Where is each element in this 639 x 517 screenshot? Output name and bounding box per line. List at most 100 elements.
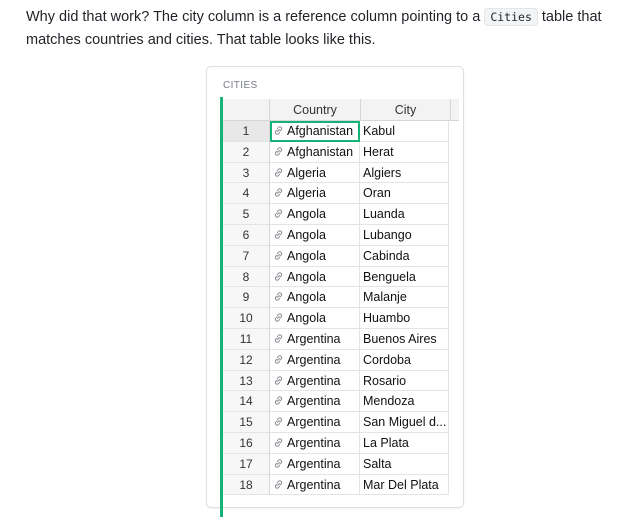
- country-cell[interactable]: Argentina: [270, 370, 360, 392]
- row-number[interactable]: 8: [223, 266, 270, 288]
- cities-table-widget: CITIES Country City 1 Afghanistan Kabul 2 Af…: [206, 66, 464, 517]
- row-number[interactable]: 18: [223, 474, 270, 496]
- link-icon: [273, 225, 287, 240]
- city-cell[interactable]: Mar Del Plata: [360, 474, 449, 496]
- country-value: Argentina: [287, 394, 341, 409]
- city-cell[interactable]: Huambo: [360, 308, 449, 329]
- widget-title: CITIES: [223, 80, 258, 91]
- table-row: 13 Argentina Rosario: [223, 370, 459, 392]
- grid-rows: 1 Afghanistan Kabul 2 Afghanistan Herat 3 Alger…: [223, 121, 459, 496]
- column-header-city[interactable]: City: [361, 99, 451, 121]
- city-cell[interactable]: Buenos Aires: [360, 328, 449, 350]
- city-cell[interactable]: Cordoba: [360, 349, 449, 371]
- row-number[interactable]: 5: [223, 204, 270, 225]
- link-icon: [273, 391, 287, 406]
- country-cell[interactable]: Algeria: [270, 162, 360, 184]
- row-number[interactable]: 11: [223, 328, 270, 350]
- city-cell[interactable]: Mendoza: [360, 391, 449, 413]
- row-number[interactable]: 17: [223, 453, 270, 475]
- city-cell[interactable]: Malanje: [360, 287, 449, 309]
- row-number-header[interactable]: [223, 99, 270, 121]
- country-cell[interactable]: Argentina: [270, 328, 360, 350]
- table-row: 10 Angola Huambo: [223, 308, 459, 329]
- country-cell[interactable]: Argentina: [270, 391, 360, 413]
- country-cell-selected[interactable]: Afghanistan: [270, 121, 360, 142]
- row-number[interactable]: 13: [223, 370, 270, 392]
- country-value: Angola: [287, 227, 326, 242]
- column-header-row: Country City: [223, 99, 459, 121]
- row-number[interactable]: 9: [223, 287, 270, 309]
- row-number[interactable]: 1: [223, 121, 270, 142]
- city-cell[interactable]: Kabul: [360, 121, 449, 142]
- row-number[interactable]: 6: [223, 224, 270, 246]
- add-column-area[interactable]: [451, 99, 459, 121]
- table-row: 8 Angola Benguela: [223, 266, 459, 288]
- country-value: Afghanistan: [287, 144, 354, 159]
- country-cell[interactable]: Argentina: [270, 412, 360, 433]
- country-cell[interactable]: Argentina: [270, 474, 360, 496]
- country-cell[interactable]: Angola: [270, 245, 360, 267]
- country-value: Argentina: [287, 352, 341, 367]
- table-row: 4 Algeria Oran: [223, 183, 459, 205]
- country-value: Angola: [287, 269, 326, 284]
- country-value: Argentina: [287, 435, 341, 450]
- table-row: 18 Argentina Mar Del Plata: [223, 474, 459, 496]
- city-cell[interactable]: Herat: [360, 141, 449, 163]
- country-cell[interactable]: Angola: [270, 224, 360, 246]
- row-number[interactable]: 15: [223, 412, 270, 433]
- row-number[interactable]: 4: [223, 183, 270, 205]
- country-value: Angola: [287, 248, 326, 263]
- city-cell[interactable]: Benguela: [360, 266, 449, 288]
- link-icon: [273, 350, 287, 365]
- country-value: Argentina: [287, 456, 341, 471]
- link-icon: [273, 287, 287, 302]
- table-row: 5 Angola Luanda: [223, 204, 459, 225]
- country-value: Argentina: [287, 331, 341, 346]
- country-value: Argentina: [287, 477, 341, 492]
- city-cell[interactable]: Rosario: [360, 370, 449, 392]
- city-cell[interactable]: La Plata: [360, 432, 449, 454]
- country-cell[interactable]: Afghanistan: [270, 141, 360, 163]
- link-icon: [273, 433, 287, 448]
- cities-grid: Country City 1 Afghanistan Kabul 2 Afghanist…: [223, 99, 459, 496]
- city-cell[interactable]: San Miguel d...: [360, 412, 449, 433]
- row-number[interactable]: 16: [223, 432, 270, 454]
- country-cell[interactable]: Angola: [270, 287, 360, 309]
- city-cell[interactable]: Cabinda: [360, 245, 449, 267]
- link-icon: [273, 329, 287, 344]
- city-cell[interactable]: Lubango: [360, 224, 449, 246]
- link-icon: [273, 454, 287, 469]
- row-number[interactable]: 12: [223, 349, 270, 371]
- country-cell[interactable]: Angola: [270, 204, 360, 225]
- country-cell[interactable]: Algeria: [270, 183, 360, 205]
- intro-paragraph: Why did that work? The city column is a …: [26, 6, 636, 52]
- table-row: 14 Argentina Mendoza: [223, 391, 459, 413]
- column-header-country[interactable]: Country: [270, 99, 361, 121]
- table-row: 16 Argentina La Plata: [223, 432, 459, 454]
- city-cell[interactable]: Oran: [360, 183, 449, 205]
- link-icon: [273, 163, 287, 178]
- country-cell[interactable]: Angola: [270, 266, 360, 288]
- country-value: Argentina: [287, 415, 341, 430]
- table-row: 1 Afghanistan Kabul: [223, 121, 459, 142]
- link-icon: [273, 308, 287, 323]
- link-icon: [273, 412, 287, 427]
- country-value: Algeria: [287, 186, 326, 201]
- city-cell[interactable]: Luanda: [360, 204, 449, 225]
- city-cell[interactable]: Salta: [360, 453, 449, 475]
- country-cell[interactable]: Argentina: [270, 432, 360, 454]
- row-number[interactable]: 2: [223, 141, 270, 163]
- row-number[interactable]: 3: [223, 162, 270, 184]
- table-row: 11 Argentina Buenos Aires: [223, 328, 459, 350]
- row-number[interactable]: 14: [223, 391, 270, 413]
- country-cell[interactable]: Argentina: [270, 453, 360, 475]
- table-row: 7 Angola Cabinda: [223, 245, 459, 267]
- link-icon: [273, 204, 287, 219]
- link-icon: [273, 475, 287, 490]
- city-cell[interactable]: Algiers: [360, 162, 449, 184]
- country-cell[interactable]: Argentina: [270, 349, 360, 371]
- row-number[interactable]: 10: [223, 308, 270, 329]
- row-number[interactable]: 7: [223, 245, 270, 267]
- country-cell[interactable]: Angola: [270, 308, 360, 329]
- cities-table-code: Cities: [484, 8, 538, 26]
